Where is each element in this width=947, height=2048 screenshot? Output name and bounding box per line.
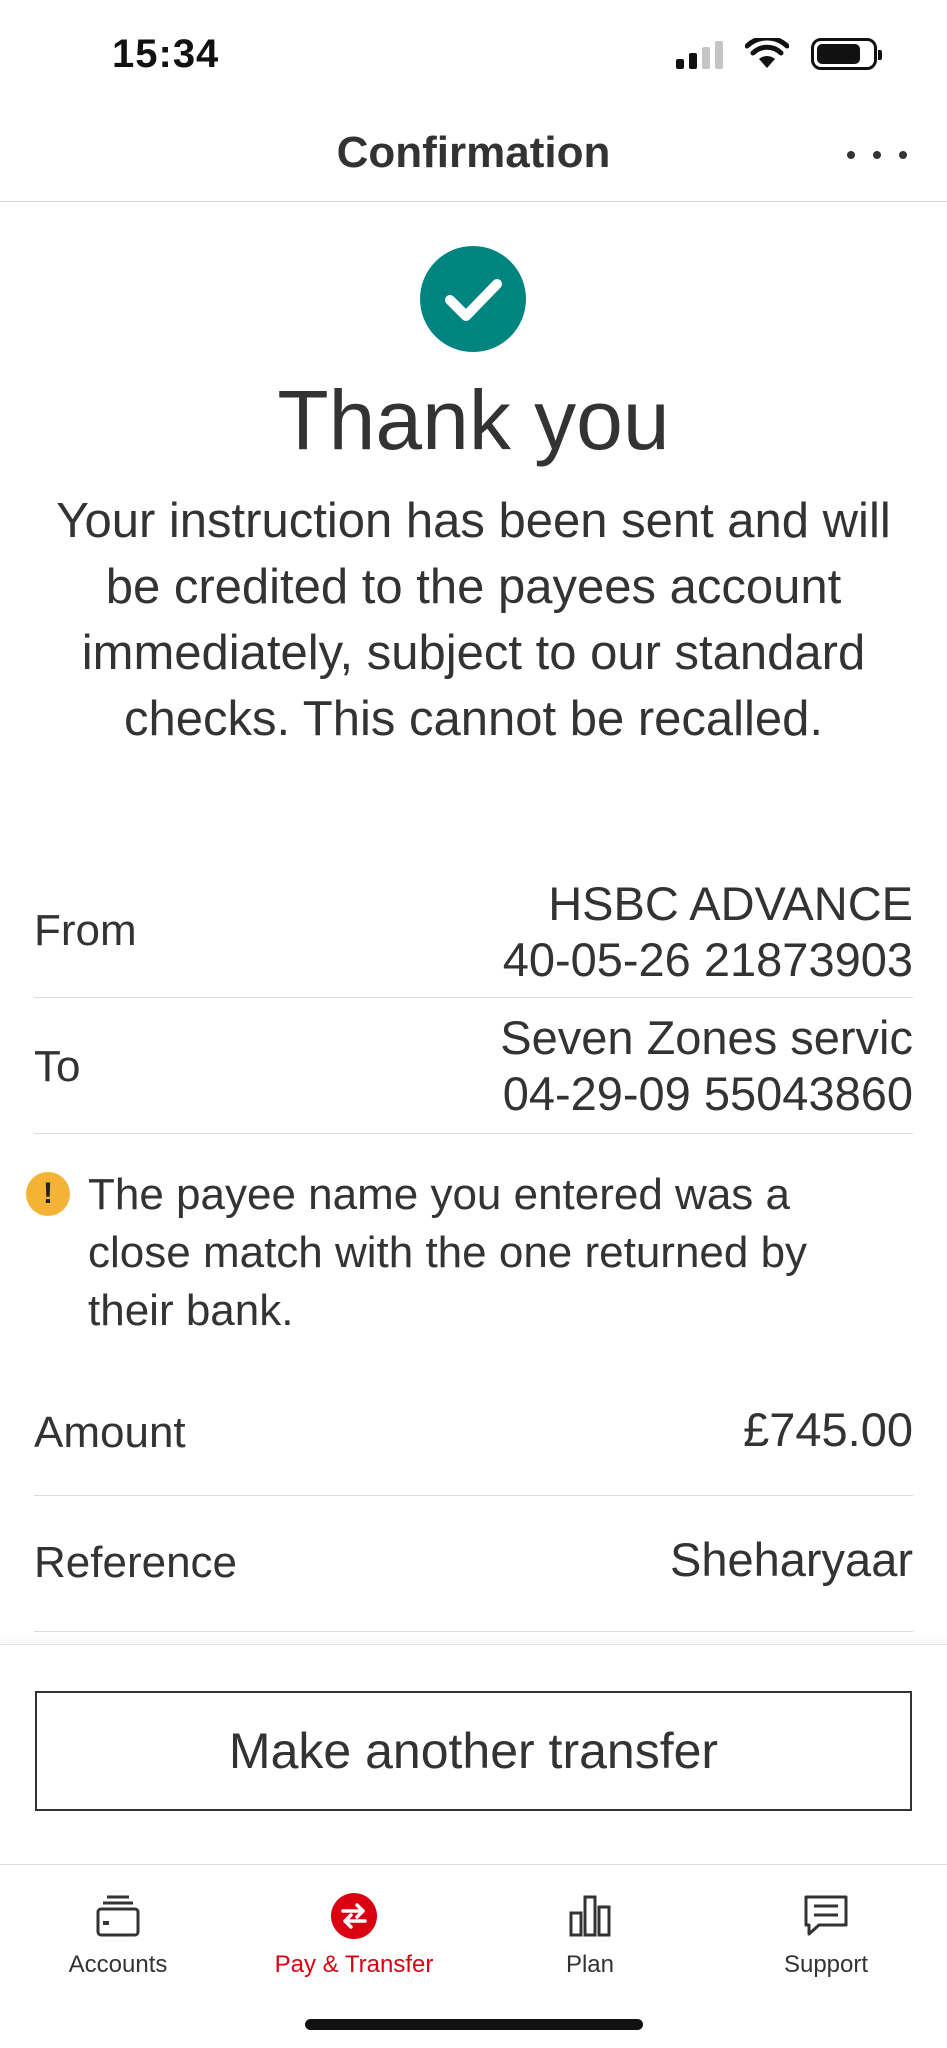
bar-chart-icon: [569, 1895, 611, 1937]
tab-label: Accounts: [68, 1951, 168, 1978]
check-circle-icon: [420, 246, 526, 352]
cellular-signal-icon: [676, 39, 723, 69]
chat-bubble-icon: [804, 1895, 848, 1936]
wifi-icon: [745, 38, 789, 68]
battery-icon: [811, 38, 882, 70]
wallet-icon: [96, 1895, 140, 1937]
action-area: Make another transfer: [0, 1644, 947, 1864]
amount-label: Amount: [34, 1408, 186, 1457]
status-time: 15:34: [112, 32, 220, 76]
from-label: From: [34, 906, 137, 955]
reference-value: Sheharyaar: [670, 1533, 913, 1586]
reference-label: Reference: [34, 1538, 238, 1587]
from-account: HSBC ADVANCE 40-05-26 21873903: [503, 876, 913, 988]
tab-accounts[interactable]: Accounts: [18, 1879, 218, 1999]
transfer-arrows-icon: [331, 1893, 377, 1939]
tab-plan[interactable]: Plan: [490, 1879, 690, 1999]
status-icons: [676, 38, 882, 70]
to-account: Seven Zones servic 04-29-09 55043860: [500, 1010, 913, 1122]
tab-pay-transfer[interactable]: Pay & Transfer: [254, 1879, 454, 1999]
tab-label: Plan: [565, 1951, 615, 1978]
page-title: Confirmation: [336, 128, 611, 177]
make-another-transfer-button[interactable]: Make another transfer: [35, 1691, 912, 1811]
tab-support[interactable]: Support: [726, 1879, 926, 1999]
thank-you-title: Thank you: [277, 373, 670, 467]
exclamation-circle-icon: !: [26, 1172, 70, 1216]
confirmation-screen: 15:34 Confirmation Thank you Your instru…: [0, 0, 947, 2048]
amount-row: Amount £745.00: [34, 1360, 913, 1496]
from-row: From HSBC ADVANCE 40-05-26 21873903: [34, 866, 913, 998]
amount-value: £745.00: [743, 1403, 913, 1456]
reference-row: Reference Sheharyaar: [34, 1496, 913, 1632]
to-payee-name: Seven Zones servic: [500, 1011, 913, 1064]
from-account-name: HSBC ADVANCE: [548, 877, 913, 930]
tab-label: Pay & Transfer: [274, 1951, 434, 1978]
warning-text: The payee name you entered was a close m…: [88, 1170, 808, 1335]
status-bar: 15:34: [0, 0, 947, 110]
from-account-number: 40-05-26 21873903: [502, 933, 913, 986]
tab-label: Support: [783, 1951, 869, 1978]
header: Confirmation: [0, 110, 947, 202]
to-account-number: 04-29-09 55043860: [502, 1067, 913, 1120]
home-indicator[interactable]: [305, 2019, 643, 2030]
more-horizontal-icon[interactable]: [847, 130, 907, 180]
confirmation-message: Your instruction has been sent and will …: [56, 494, 891, 746]
to-label: To: [34, 1042, 81, 1091]
to-row: To Seven Zones servic 04-29-09 55043860: [34, 998, 913, 1134]
